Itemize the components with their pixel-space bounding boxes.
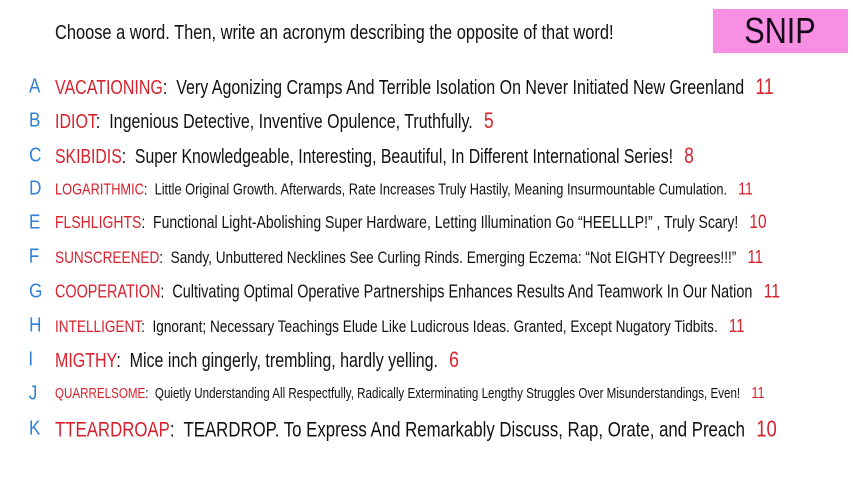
row-content: VACATIONING: Very Agonizing Cramps And T…: [55, 74, 774, 99]
row-letter: A: [29, 75, 41, 98]
row-letter: G: [29, 280, 43, 303]
acronym-row: B IDIOT: Ingenious Detective, Inventive …: [0, 104, 853, 138]
row-letter: E: [29, 211, 41, 234]
row-count: 11: [728, 315, 745, 336]
row-word: TTEARDROAP: [55, 418, 170, 442]
row-word: COOPERATION: [55, 281, 161, 302]
acronym-row: A VACATIONING: Very Agonizing Cramps And…: [0, 70, 853, 104]
row-content: INTELLIGENT: Ignorant; Necessary Teachin…: [55, 315, 745, 336]
row-content: LOGARITHMIC: Little Original Growth. Aft…: [55, 178, 753, 199]
row-word: LOGARITHMIC: [55, 181, 144, 199]
row-content: TTEARDROAP: TEARDROP. To Express And Rem…: [55, 415, 777, 442]
row-word: IDIOT: [55, 111, 96, 133]
row-count: 10: [749, 212, 767, 233]
row-acronym: Very Agonizing Cramps And Terrible Isola…: [176, 77, 745, 99]
row-acronym: Functional Light-Abolishing Super Hardwa…: [153, 212, 739, 232]
acronym-row: D LOGARITHMIC: Little Original Growth. A…: [0, 172, 853, 206]
row-count: 5: [483, 108, 494, 133]
row-acronym: Mice inch gingerly, trembling, hardly ye…: [129, 350, 438, 372]
page-title: Choose a word. Then, write an acronym de…: [55, 22, 614, 44]
row-content: FLSHLIGHTS: Functional Light-Abolishing …: [55, 212, 767, 233]
row-acronym: Quietly Understanding All Respectfully, …: [154, 386, 741, 402]
row-count: 11: [747, 246, 763, 267]
row-acronym: Ingenious Detective, Inventive Opulence,…: [109, 111, 473, 133]
row-letter: D: [29, 177, 42, 200]
row-count: 11: [738, 178, 753, 199]
row-letter: C: [29, 144, 42, 167]
acronym-row: J QUARRELSOME: Quietly Understanding All…: [0, 377, 853, 411]
row-letter: B: [29, 109, 41, 132]
row-content: COOPERATION: Cultivating Optimal Operati…: [55, 280, 781, 303]
row-count: 6: [449, 347, 459, 372]
acronym-row: E FLSHLIGHTS: Functional Light-Abolishin…: [0, 206, 853, 240]
row-letter: H: [29, 314, 42, 337]
row-word: VACATIONING: [55, 77, 163, 99]
row-letter: F: [28, 245, 40, 268]
snip-badge: SNIP: [713, 9, 848, 53]
row-count: 11: [751, 385, 765, 402]
snip-badge-label: SNIP: [744, 10, 817, 51]
row-acronym: Little Original Growth. Afterwards, Rate…: [154, 181, 728, 199]
row-count: 8: [684, 143, 694, 168]
row-word: SUNSCREENED: [55, 248, 160, 267]
row-acronym: TEARDROP. To Express And Remarkably Disc…: [183, 418, 745, 442]
row-count: 10: [756, 415, 777, 442]
acronym-row: C SKIBIDIS: Super Knowledgeable, Interes…: [0, 139, 853, 173]
row-acronym: Cultivating Optimal Operative Partnershi…: [172, 281, 753, 302]
row-count: 11: [755, 74, 774, 99]
row-word: QUARRELSOME: [55, 386, 146, 402]
row-word: INTELLIGENT: [55, 317, 142, 336]
acronym-row: F SUNSCREENED: Sandy, Unbuttered Necklin…: [0, 240, 853, 274]
row-letter: J: [28, 382, 38, 405]
row-acronym: Sandy, Unbuttered Necklines See Curling …: [170, 248, 737, 267]
row-word: SKIBIDIS: [55, 146, 122, 168]
row-content: SUNSCREENED: Sandy, Unbuttered Necklines…: [55, 246, 763, 267]
row-word: FLSHLIGHTS: [55, 212, 142, 232]
row-acronym: Super Knowledgeable, Interesting, Beauti…: [134, 146, 674, 168]
row-content: QUARRELSOME: Quietly Understanding All R…: [55, 385, 765, 402]
row-letter: I: [28, 348, 34, 371]
acronym-row: G COOPERATION: Cultivating Optimal Opera…: [0, 275, 853, 309]
row-count: 11: [763, 280, 781, 303]
acronym-row: I MIGTHY: Mice inch gingerly, trembling,…: [0, 343, 853, 377]
acronym-row: H INTELLIGENT: Ignorant; Necessary Teach…: [0, 309, 853, 343]
row-content: IDIOT: Ingenious Detective, Inventive Op…: [55, 108, 494, 133]
row-word: MIGTHY: [55, 350, 117, 372]
row-letter: K: [29, 417, 41, 440]
acronym-row: K TTEARDROAP: TEARDROP. To Express And R…: [0, 412, 853, 446]
row-content: MIGTHY: Mice inch gingerly, trembling, h…: [55, 347, 459, 372]
row-content: SKIBIDIS: Super Knowledgeable, Interesti…: [55, 143, 694, 168]
row-acronym: Ignorant; Necessary Teachings Elude Like…: [152, 317, 718, 336]
